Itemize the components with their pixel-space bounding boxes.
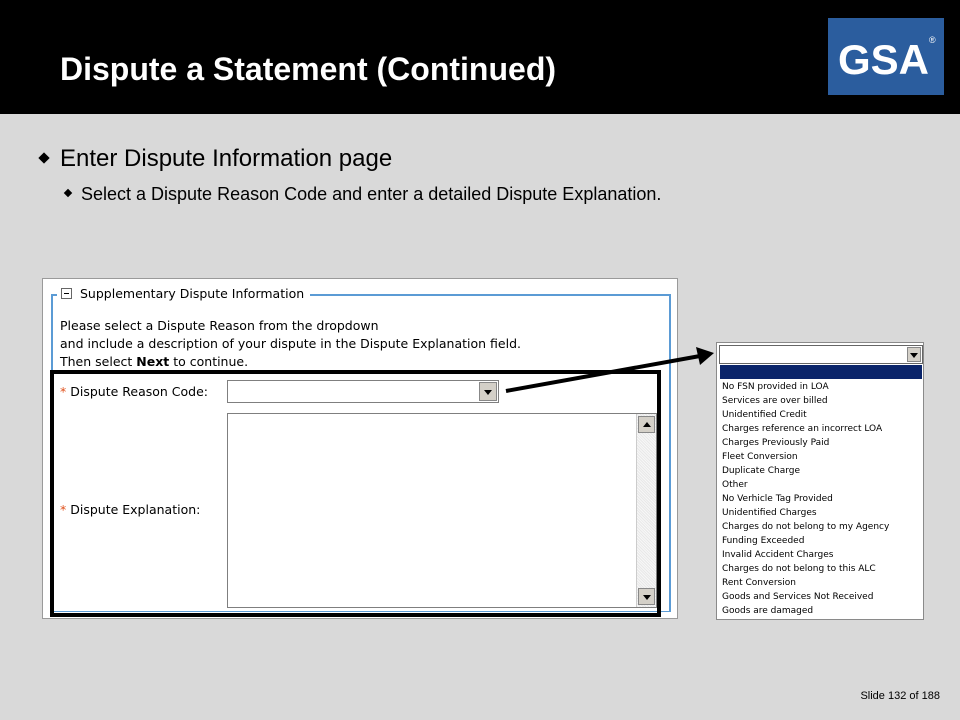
arrow-head-icon [696,347,714,365]
footer-total: 188 [921,690,940,702]
footer-slide-number: 132 [887,690,907,702]
arrow-line [505,354,701,393]
pointer-arrow [505,347,714,393]
footer-of-label: of [909,690,919,702]
footer-slide-label: Slide [860,690,885,702]
slide-footer: Slide 132 of 188 [860,690,940,702]
